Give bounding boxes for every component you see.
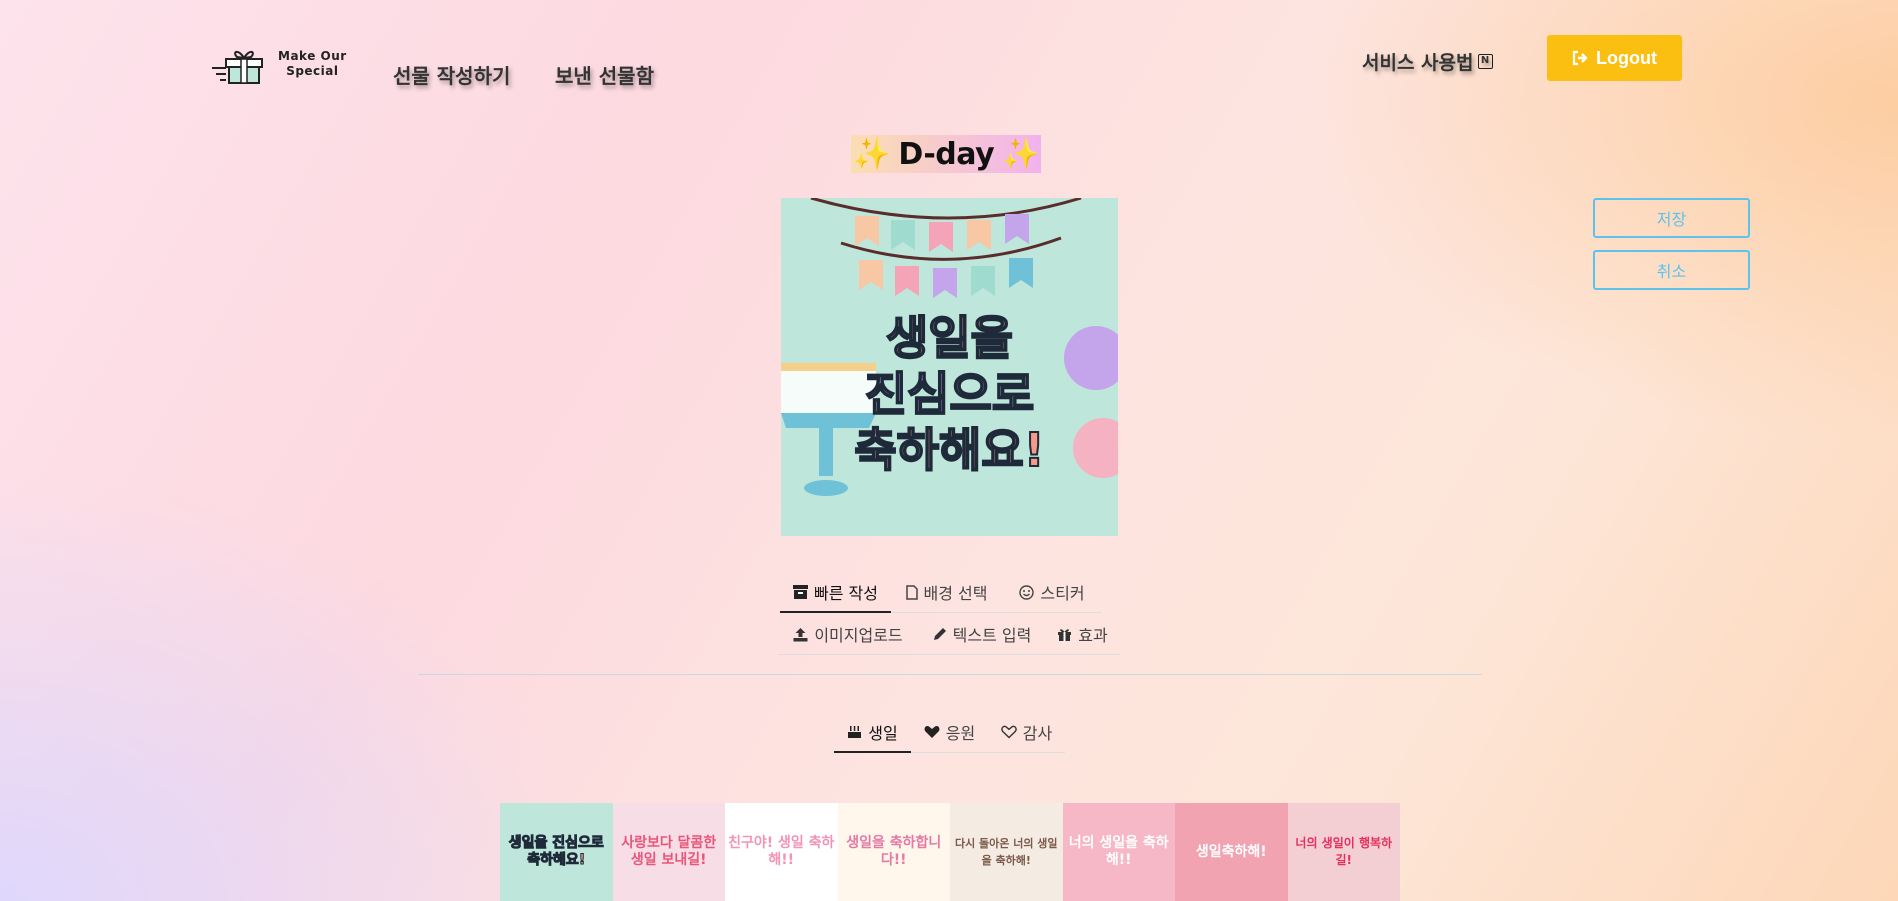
tab-image-upload[interactable]: 이미지업로드 bbox=[778, 614, 918, 655]
template-text: 너의 생일이 행복하길! bbox=[1295, 836, 1393, 867]
template-thumbnail[interactable]: 친구야! 생일 축하해!! bbox=[725, 803, 838, 901]
tab-sticker[interactable]: 스티커 bbox=[1002, 572, 1102, 613]
logout-button[interactable]: Logout bbox=[1547, 35, 1682, 81]
sparkles-icon: ✨ bbox=[1002, 136, 1040, 172]
category-tabs: 생일 응원 감사 bbox=[834, 712, 1065, 753]
notion-icon: N bbox=[1477, 54, 1493, 69]
tab-thanks[interactable]: 감사 bbox=[988, 712, 1065, 753]
template-thumbnail[interactable]: 생일을 축하합니다!! bbox=[837, 803, 950, 901]
tab-label: 감사 bbox=[1022, 724, 1053, 743]
sign-out-icon bbox=[1572, 50, 1588, 66]
tab-label: 응원 bbox=[945, 724, 976, 743]
smile-icon bbox=[1019, 584, 1035, 600]
title-text: D-day bbox=[898, 136, 995, 172]
card-message: 생일을 진심으로 축하해요! bbox=[781, 310, 1118, 478]
tab-label: 생일 bbox=[868, 723, 898, 743]
tab-label: 빠른 작성 bbox=[814, 583, 878, 603]
logout-label: Logout bbox=[1596, 47, 1657, 68]
nav-sent-gifts[interactable]: 보낸 선물함 bbox=[555, 60, 654, 89]
archive-icon bbox=[793, 584, 809, 599]
tab-label: 스티커 bbox=[1040, 584, 1085, 603]
tab-label: 배경 선택 bbox=[923, 584, 988, 603]
tab-text-input[interactable]: 텍스트 입력 bbox=[918, 614, 1045, 655]
tab-label: 효과 bbox=[1078, 626, 1108, 645]
template-text: 너의 생일을 축하해!! bbox=[1068, 835, 1169, 868]
page-title: ✨ D-day ✨ bbox=[851, 135, 1042, 173]
template-thumbnail[interactable]: 사랑보다 달콤한 생일 보내길! bbox=[612, 803, 725, 901]
template-text: 생일을 축하합니다!! bbox=[846, 835, 942, 868]
tab-label: 이미지업로드 bbox=[814, 626, 903, 645]
heart-solid-icon bbox=[924, 725, 940, 738]
pencil-icon bbox=[933, 627, 946, 640]
logo-text: Make Our Special bbox=[278, 49, 347, 79]
template-thumbnail[interactable]: 다시 돌아온 너의 생일을 축하해! bbox=[950, 803, 1063, 901]
card-preview[interactable]: 생일을 진심으로 축하해요! bbox=[781, 198, 1118, 536]
file-icon bbox=[905, 584, 918, 600]
tool-tabs-row-1: 빠른 작성 배경 선택 스티커 bbox=[780, 572, 1102, 613]
tab-effects[interactable]: 효과 bbox=[1045, 614, 1120, 655]
heart-outline-icon bbox=[1001, 725, 1017, 739]
service-guide-link[interactable]: 서비스 사용법 N bbox=[1362, 48, 1493, 75]
tab-label: 텍스트 입력 bbox=[952, 626, 1032, 645]
nav-create-gift[interactable]: 선물 작성하기 bbox=[393, 60, 510, 89]
gift-icon bbox=[1058, 628, 1072, 641]
tab-background[interactable]: 배경 선택 bbox=[891, 572, 1002, 613]
tab-birthday[interactable]: 생일 bbox=[834, 712, 911, 753]
template-text: 생일축하해! bbox=[1195, 843, 1267, 860]
logo-line1: Make Our bbox=[278, 49, 347, 63]
card-line-2: 진심으로 bbox=[864, 366, 1035, 422]
service-guide-label: 서비스 사용법 bbox=[1362, 52, 1474, 74]
logo[interactable]: Make Our Special bbox=[210, 44, 347, 84]
template-thumbnail[interactable]: 생일을 진심으로 축하해요! bbox=[500, 803, 613, 901]
template-list: 생일을 진심으로 축하해요! 사랑보다 달콤한 생일 보내길! 친구야! 생일 … bbox=[500, 803, 1400, 901]
tool-tabs-row-2: 이미지업로드 텍스트 입력 효과 bbox=[778, 614, 1120, 655]
cake-icon bbox=[848, 726, 862, 738]
card-line-3: 축하해요! bbox=[853, 422, 1045, 478]
template-text: 다시 돌아온 너의 생일을 축하해! bbox=[954, 837, 1058, 867]
gift-logo-icon bbox=[212, 50, 263, 84]
upload-icon bbox=[793, 627, 808, 641]
cancel-button[interactable]: 취소 bbox=[1593, 250, 1750, 290]
template-text: 친구야! 생일 축하해!! bbox=[728, 835, 835, 868]
save-button[interactable]: 저장 bbox=[1593, 198, 1750, 238]
tab-cheer[interactable]: 응원 bbox=[911, 712, 988, 753]
sparkles-icon: ✨ bbox=[852, 136, 891, 172]
template-thumbnail[interactable]: 생일축하해! bbox=[1175, 803, 1288, 901]
template-text: 생일을 진심으로 축하해요! bbox=[508, 835, 604, 869]
logo-line2: Special bbox=[286, 64, 339, 78]
template-thumbnail[interactable]: 너의 생일이 행복하길! bbox=[1287, 803, 1400, 901]
card-line-1: 생일을 bbox=[885, 310, 1014, 366]
template-thumbnail[interactable]: 너의 생일을 축하해!! bbox=[1062, 803, 1175, 901]
template-text: 사랑보다 달콤한 생일 보내길! bbox=[621, 835, 717, 868]
tab-quick-write[interactable]: 빠른 작성 bbox=[780, 572, 891, 613]
section-divider bbox=[418, 674, 1482, 675]
